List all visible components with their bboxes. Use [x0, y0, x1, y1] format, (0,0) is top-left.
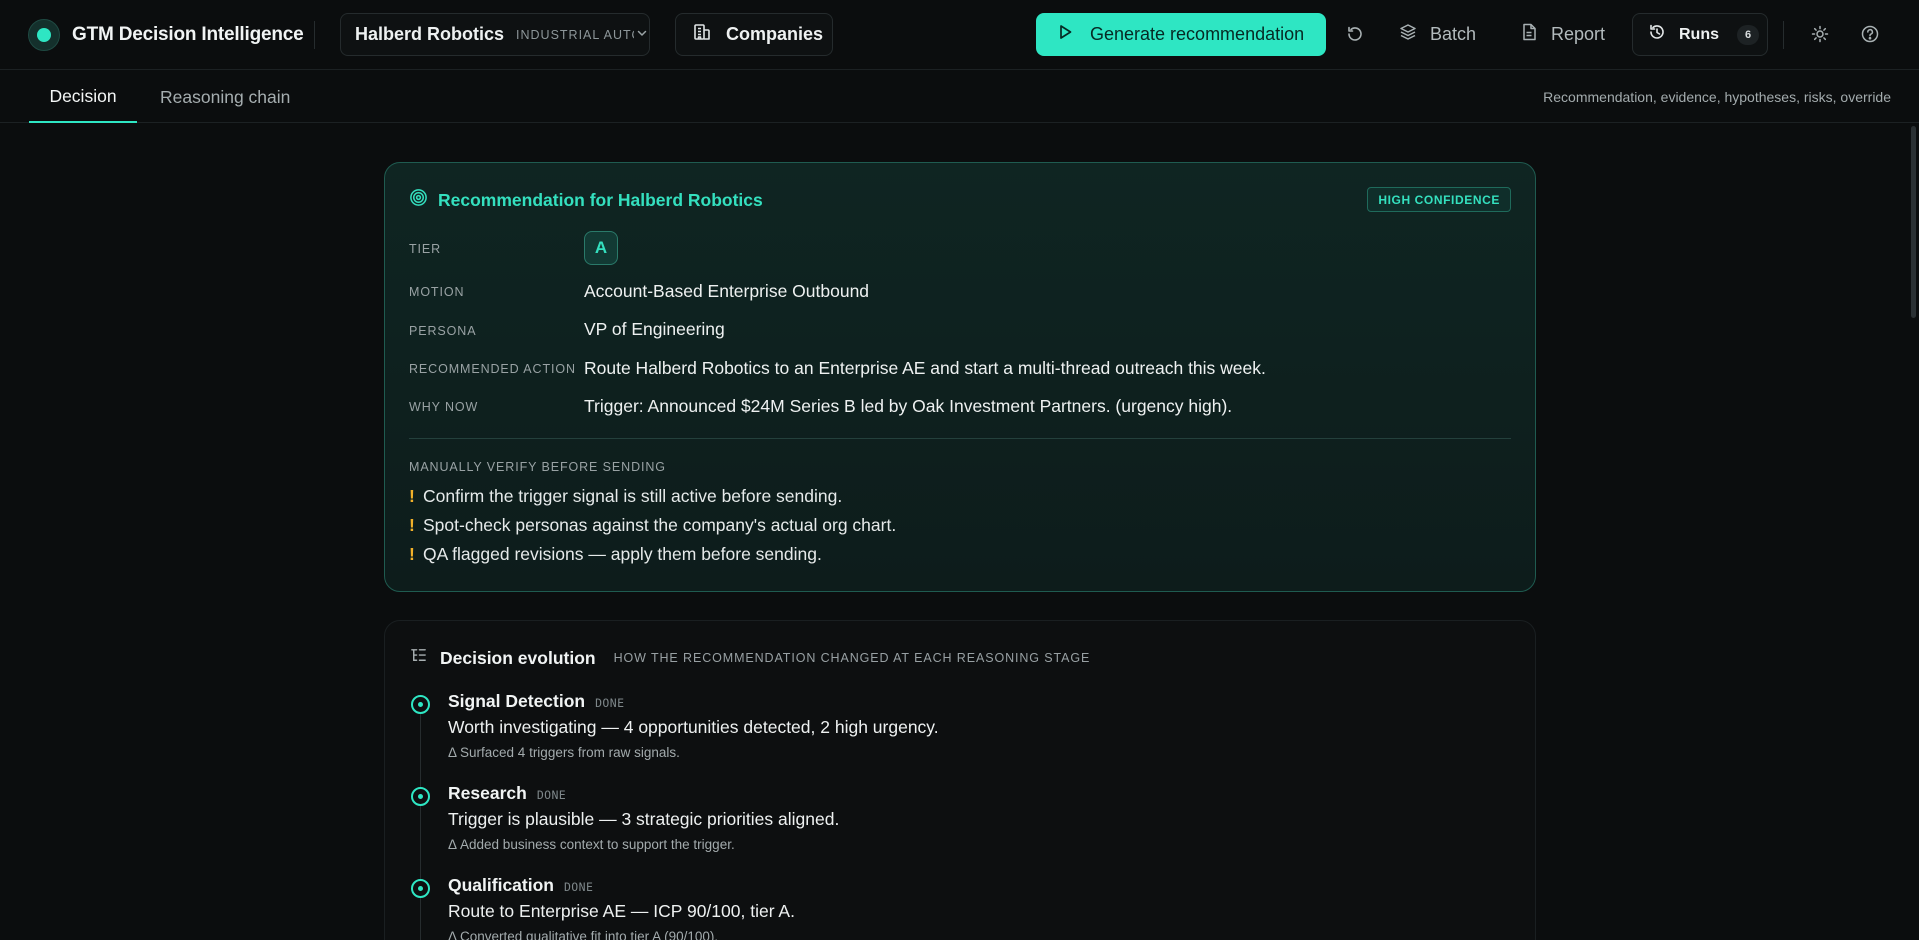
tab-caption: Recommendation, evidence, hypotheses, ri… — [1543, 89, 1891, 105]
recommended-action-value: Route Halberd Robotics to an Enterprise … — [584, 358, 1266, 378]
list-tree-icon — [409, 646, 428, 670]
check-circle-icon — [411, 787, 430, 806]
stage-summary: Worth investigating — 4 opportunities de… — [448, 717, 939, 737]
recommendation-card: Recommendation for Halberd Robotics HIGH… — [384, 162, 1536, 592]
recommended-action-label: RECOMMENDED ACTION — [409, 362, 576, 376]
stage-status: DONE — [595, 696, 625, 710]
history-icon — [1647, 22, 1667, 47]
industry-tag: INDUSTRIAL AUTOMATION — [516, 27, 634, 42]
decision-evolution-card: Decision evolution HOW THE RECOMMENDATIO… — [384, 620, 1536, 940]
evolution-header: Decision evolution HOW THE RECOMMENDATIO… — [409, 645, 1090, 671]
verify-item-text: Confirm the trigger signal is still acti… — [423, 486, 843, 506]
motion-label: MOTION — [409, 285, 465, 299]
topbar-divider — [314, 21, 315, 49]
verify-item-text: QA flagged revisions — apply them before… — [423, 544, 822, 564]
recommendation-title: Recommendation for Halberd Robotics — [438, 189, 763, 210]
chevron-down-icon — [636, 26, 648, 44]
verify-item: ! Spot-check personas against the compan… — [409, 515, 896, 536]
check-circle-icon — [411, 695, 430, 714]
document-icon — [1519, 22, 1539, 47]
stage-delta: Δ Added business context to support the … — [448, 837, 735, 852]
motion-value: Account-Based Enterprise Outbound — [584, 281, 870, 301]
divider — [409, 438, 1511, 439]
persona-label: PERSONA — [409, 324, 477, 338]
generate-recommendation-button[interactable]: Generate recommendation — [1036, 13, 1326, 56]
recommendation-header: Recommendation for Halberd Robotics HIGH… — [409, 187, 1511, 213]
verify-label: MANUALLY VERIFY BEFORE SENDING — [409, 460, 666, 474]
stage-name-text: Qualification — [448, 875, 554, 895]
tab-decision[interactable]: Decision — [29, 71, 137, 123]
stage-summary: Trigger is plausible — 3 strategic prior… — [448, 809, 840, 829]
verify-item: ! Confirm the trigger signal is still ac… — [409, 486, 842, 507]
verify-item: ! QA flagged revisions — apply them befo… — [409, 544, 822, 565]
timeline-line — [420, 705, 421, 940]
stage-name: Qualification DONE — [448, 875, 593, 896]
verify-item-text: Spot-check personas against the company'… — [423, 515, 897, 535]
stage-name-text: Research — [448, 783, 527, 803]
why-now-label: WHY NOW — [409, 400, 479, 414]
stage-status: DONE — [563, 880, 594, 894]
runs-count-badge: 6 — [1737, 24, 1759, 45]
warning-icon: ! — [409, 544, 415, 564]
building-icon — [692, 22, 712, 47]
stage-status: DONE — [536, 788, 567, 802]
brand[interactable]: GTM Decision Intelligence — [28, 18, 304, 52]
top-bar: GTM Decision Intelligence Halberd Roboti… — [0, 0, 1919, 70]
generate-label: Generate recommendation — [1090, 24, 1305, 44]
help-circle-icon[interactable] — [1860, 24, 1880, 44]
brand-logo-icon — [28, 19, 60, 51]
evolution-title: Decision evolution — [440, 647, 596, 668]
runs-label: Runs — [1679, 25, 1719, 43]
topbar-divider — [1783, 21, 1784, 49]
tab-reasoning-chain[interactable]: Reasoning chain — [160, 71, 290, 123]
tab-bar: Decision Reasoning chain Recommendation,… — [0, 71, 1919, 123]
check-circle-icon — [411, 879, 430, 898]
companies-button[interactable]: Companies — [675, 13, 833, 56]
stage-summary: Route to Enterprise AE — ICP 90/100, tie… — [448, 901, 795, 921]
refresh-icon[interactable] — [1345, 24, 1365, 44]
evolution-subtitle: HOW THE RECOMMENDATION CHANGED AT EACH R… — [613, 651, 1091, 665]
warning-icon: ! — [409, 486, 415, 506]
persona-value: VP of Engineering — [584, 319, 725, 339]
companies-label: Companies — [726, 24, 824, 44]
play-icon — [1056, 23, 1074, 46]
batch-button[interactable]: Batch — [1398, 13, 1476, 56]
stage-name: Research DONE — [448, 783, 566, 804]
target-icon — [409, 188, 428, 212]
scrollbar-thumb[interactable] — [1911, 126, 1916, 318]
stage-name: Signal Detection DONE — [448, 691, 624, 712]
layers-icon — [1398, 22, 1418, 47]
tier-badge: A — [584, 231, 618, 265]
runs-button[interactable]: Runs 6 — [1632, 13, 1768, 56]
confidence-badge: HIGH CONFIDENCE — [1367, 187, 1511, 212]
app-title: GTM Decision Intelligence — [72, 24, 304, 45]
why-now-value: Trigger: Announced $24M Series B led by … — [584, 396, 1233, 416]
tier-label: TIER — [409, 242, 442, 256]
report-button[interactable]: Report — [1519, 13, 1605, 56]
stage-delta: Δ Surfaced 4 triggers from raw signals. — [448, 745, 680, 760]
warning-icon: ! — [409, 515, 415, 535]
stage-name-text: Signal Detection — [448, 691, 586, 711]
stage-delta: Δ Converted qualitative fit into tier A … — [448, 929, 719, 940]
batch-label: Batch — [1430, 24, 1477, 44]
company-selector[interactable]: Halberd Robotics INDUSTRIAL AUTOMATION — [340, 13, 650, 56]
sun-icon[interactable] — [1810, 24, 1830, 44]
company-name: Halberd Robotics — [355, 24, 505, 44]
report-label: Report — [1551, 24, 1606, 44]
